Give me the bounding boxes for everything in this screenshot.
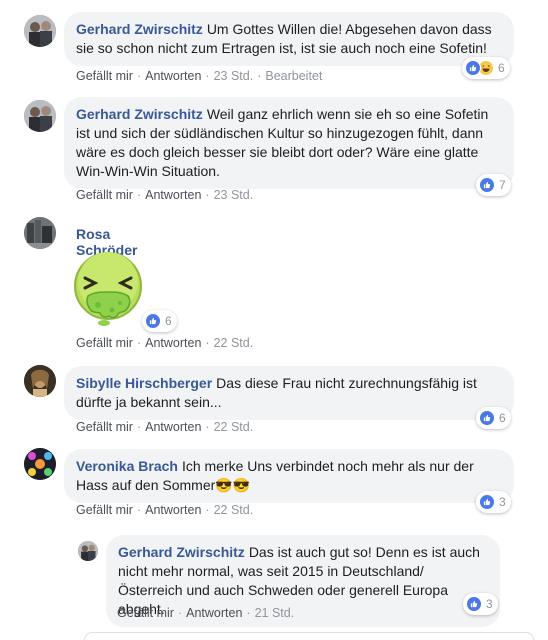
reply-link[interactable]: Antworten <box>186 606 242 620</box>
reaction-count: 6 <box>165 314 172 328</box>
comment-actions: Gefällt mir · Antworten · 23 Std. · Bearbeitet <box>76 69 323 83</box>
timestamp[interactable]: 21 Std. <box>255 606 295 620</box>
reaction-summary[interactable]: 6 <box>476 407 511 429</box>
author-name[interactable]: Gerhard Zwirschitz <box>76 106 203 122</box>
avatar[interactable] <box>24 365 56 397</box>
comment-bubble: Veronika Brach Ich merke Uns verbindet no… <box>64 449 514 503</box>
reply-link[interactable]: Antworten <box>145 503 201 517</box>
avatar[interactable] <box>24 448 56 480</box>
like-icon <box>479 410 495 426</box>
author-name[interactable]: Veronika Brach <box>76 458 178 474</box>
comment-actions: Gefällt mir · Antworten · 22 Std. <box>76 503 254 517</box>
comment-bubble: Gerhard Zwirschitz Um Gottes Willen die! … <box>64 12 514 66</box>
reply-link[interactable]: Antworten <box>145 188 201 202</box>
comment-bubble: Sibylle Hirschberger Das diese Frau nicht… <box>64 366 514 420</box>
like-link[interactable]: Gefällt mir <box>117 606 174 620</box>
reaction-count: 3 <box>486 597 493 611</box>
like-link[interactable]: Gefällt mir <box>76 503 133 517</box>
reaction-count: 7 <box>499 178 506 192</box>
reaction-count: 6 <box>498 61 505 75</box>
author-name[interactable]: Sibylle Hirschberger <box>76 375 212 391</box>
like-icon <box>145 313 161 329</box>
comment-actions: Gefällt mir · Antworten · 22 Std. <box>76 420 254 434</box>
like-link[interactable]: Gefällt mir <box>76 420 133 434</box>
like-link[interactable]: Gefällt mir <box>76 188 133 202</box>
like-link[interactable]: Gefällt mir <box>76 336 133 350</box>
comment-actions: Gefällt mir · Antworten · 21 Std. <box>117 606 295 620</box>
avatar[interactable] <box>78 541 98 561</box>
timestamp[interactable]: 22 Std. <box>214 336 254 350</box>
reaction-summary[interactable]: 3 <box>476 491 511 513</box>
reply-link[interactable]: Antworten <box>145 336 201 350</box>
author-name[interactable]: Gerhard Zwirschitz <box>76 21 203 37</box>
reaction-summary[interactable]: 7 <box>476 174 511 196</box>
reply-link[interactable]: Antworten <box>145 420 201 434</box>
comment-actions: Gefällt mir · Antworten · 23 Std. <box>76 188 254 202</box>
avatar[interactable] <box>24 15 56 47</box>
edited-label[interactable]: Bearbeitet <box>265 69 322 83</box>
reply-link[interactable]: Antworten <box>145 69 201 83</box>
like-link[interactable]: Gefällt mir <box>76 69 133 83</box>
timestamp[interactable]: 23 Std. <box>214 69 254 83</box>
avatar[interactable] <box>24 217 56 249</box>
reaction-count: 3 <box>499 495 506 509</box>
comment-actions: Gefällt mir · Antworten · 22 Std. <box>76 336 254 350</box>
timestamp[interactable]: 22 Std. <box>214 420 254 434</box>
reaction-summary[interactable]: 6 <box>142 310 177 332</box>
avatar[interactable] <box>24 100 56 132</box>
reaction-count: 6 <box>499 411 506 425</box>
like-icon <box>465 60 481 76</box>
vomiting-emoji-sticker <box>68 250 148 330</box>
like-icon <box>479 177 495 193</box>
reply-input-edge[interactable] <box>84 632 534 640</box>
comment-bubble: Gerhard Zwirschitz Weil ganz ehrlich wenn… <box>64 97 514 189</box>
timestamp[interactable]: 23 Std. <box>214 188 254 202</box>
like-icon <box>479 494 495 510</box>
author-name[interactable]: Gerhard Zwirschitz <box>118 544 245 560</box>
reaction-summary[interactable]: 6 <box>462 57 510 79</box>
reaction-summary[interactable]: 3 <box>463 593 498 615</box>
timestamp[interactable]: 22 Std. <box>214 503 254 517</box>
like-icon <box>466 596 482 612</box>
sunglasses-emoji: 😎😎 <box>215 477 251 493</box>
